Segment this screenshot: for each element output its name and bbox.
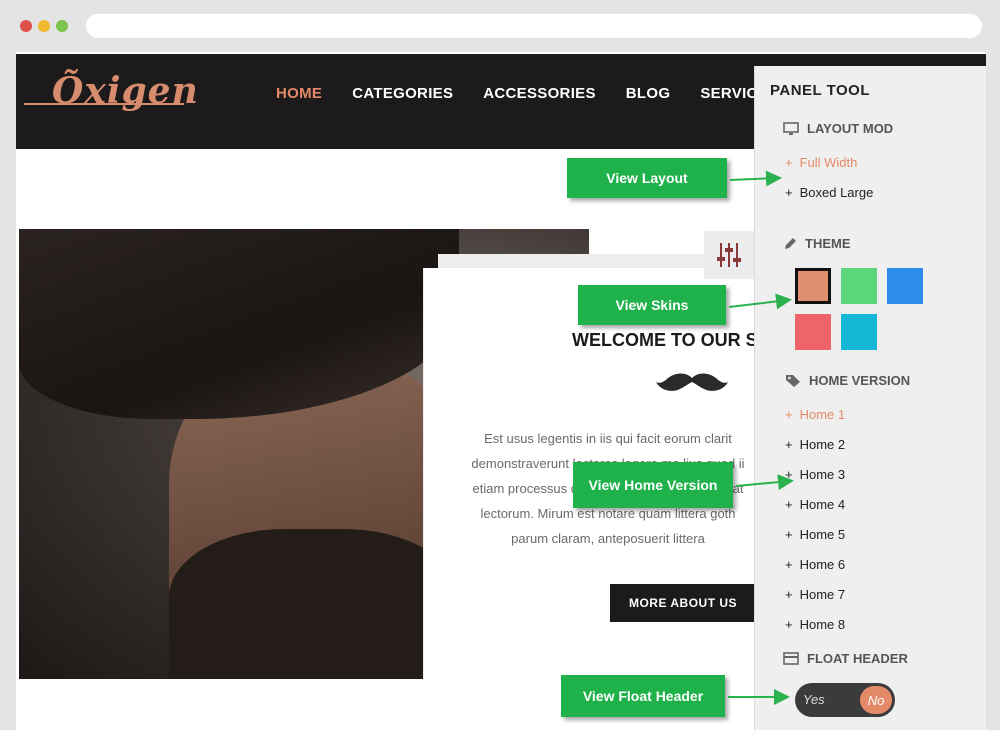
portrait-beard [169,529,459,679]
home-version-label: HOME VERSION [809,373,911,388]
frame-left-border [0,52,16,730]
home-version-option-8[interactable]: + Home 8 [785,617,845,632]
logo-underline [24,103,184,105]
home-version-option-label: Home 1 [799,407,846,422]
more-about-us-button[interactable]: MORE ABOUT US [610,584,756,622]
welcome-text-line: parum claram, anteposuerit littera [511,531,705,546]
nav-item-home[interactable]: HOME [276,85,322,102]
home-version-option-label: Home 4 [799,497,846,512]
layout-option-label: Full Width [799,155,858,170]
theme-heading: THEME [783,236,851,251]
toggle-no-label: No [860,686,892,714]
layout-option-label: Boxed Large [799,185,874,200]
theme-swatch[interactable] [795,314,831,350]
panel-title: PANEL TOOL [770,82,871,99]
home-version-heading: HOME VERSION [785,373,910,388]
callout-view-layout: View Layout [567,158,727,198]
panel-toggle-button[interactable] [704,231,754,279]
tag-icon [786,374,800,387]
home-version-option-4[interactable]: + Home 4 [785,497,845,512]
home-version-option-label: Home 6 [799,557,846,572]
nav-item-blog[interactable]: BLOG [626,85,671,102]
frame-right-border [986,52,1000,730]
home-version-option-label: Home 5 [799,527,846,542]
welcome-text-line: Est usus legentis in iis qui facit eorum… [484,431,732,446]
layout-mod-heading: LAYOUT MOD [783,121,893,136]
card-icon [783,652,799,665]
home-version-option-label: Home 3 [799,467,846,482]
pencil-icon [785,237,796,249]
welcome-title: WELCOME TO OUR S [572,330,758,350]
monitor-icon [783,121,799,135]
panel-tool: PANEL TOOL LAYOUT MOD + Full Width + Boxed … [754,66,986,730]
theme-swatch[interactable] [887,268,923,304]
theme-swatch[interactable] [795,268,831,304]
home-version-option-1[interactable]: + Home 1 [785,407,845,422]
site-logo[interactable]: Õxigen [22,70,198,114]
float-header-heading: FLOAT HEADER [783,651,908,666]
layout-option-boxed-large[interactable]: + Boxed Large [785,185,873,200]
minimize-window-dot[interactable] [38,20,50,32]
maximize-window-dot[interactable] [56,20,68,32]
callout-view-home-version: View Home Version [573,462,733,508]
theme-label: THEME [805,236,851,251]
callout-view-skins: View Skins [578,285,726,325]
nav-item-categories[interactable]: CATEGORIES [352,85,453,102]
home-version-option-7[interactable]: + Home 7 [785,587,845,602]
close-window-dot[interactable] [20,20,32,32]
address-bar[interactable] [86,14,982,38]
float-header-toggle[interactable]: Yes No [795,683,895,717]
float-header-label: FLOAT HEADER [807,651,908,666]
home-version-option-6[interactable]: + Home 6 [785,557,845,572]
browser-chrome [0,0,1000,52]
sliders-icon [717,243,741,267]
nav-item-accessories[interactable]: ACCESSORIES [483,85,596,102]
callout-view-float-header: View Float Header [561,675,725,717]
mustache-icon [656,373,728,391]
layout-option-full-width[interactable]: + Full Width [785,155,857,170]
home-version-option-label: Home 2 [799,437,846,452]
toggle-yes-label: Yes [803,692,825,707]
logo-text: Õxigen [52,70,199,112]
theme-swatch[interactable] [841,268,877,304]
theme-swatch[interactable] [841,314,877,350]
home-version-option-label: Home 7 [799,587,846,602]
layout-mod-label: LAYOUT MOD [807,121,894,136]
home-version-option-2[interactable]: + Home 2 [785,437,845,452]
home-version-option-label: Home 8 [799,617,846,632]
home-version-option-5[interactable]: + Home 5 [785,527,845,542]
home-version-option-3[interactable]: + Home 3 [785,467,845,482]
main-nav: HOME CATEGORIES ACCESSORIES BLOG SERVICES [276,85,778,102]
